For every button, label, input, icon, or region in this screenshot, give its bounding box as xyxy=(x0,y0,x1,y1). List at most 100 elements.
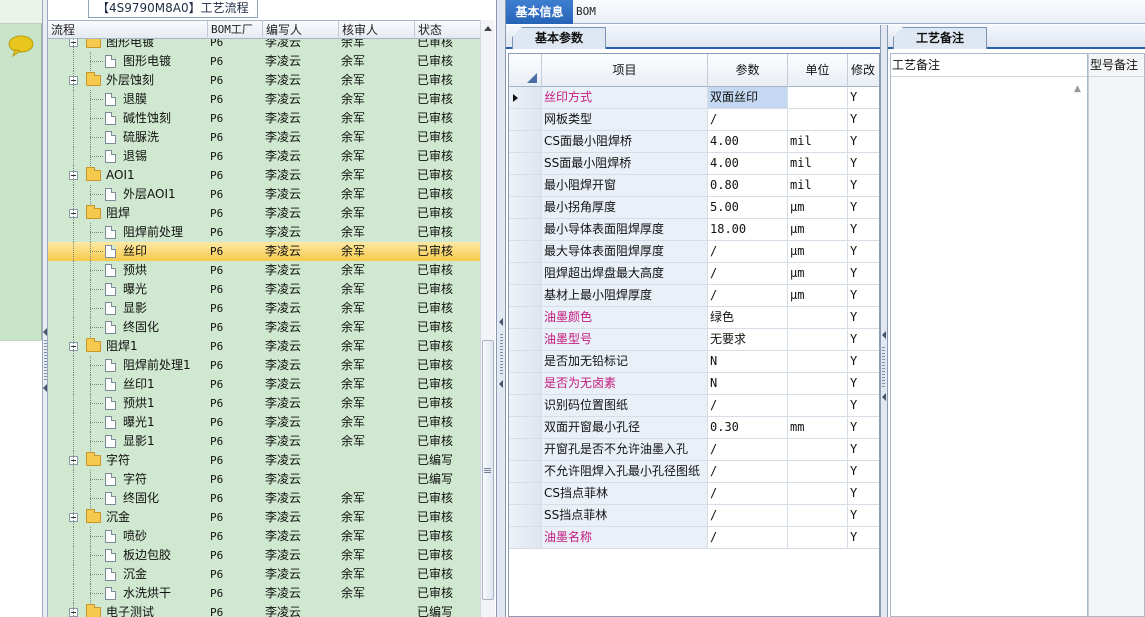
row-header[interactable] xyxy=(509,197,541,218)
param-value[interactable]: 绿色 xyxy=(707,307,787,328)
tree-step-row[interactable]: 终固化 P6 李凌云 余军 已审核 xyxy=(48,318,480,337)
param-value[interactable]: 4.00 xyxy=(707,153,787,174)
param-row[interactable]: 识别码位置图纸 / Y xyxy=(509,395,879,417)
row-header[interactable] xyxy=(509,285,541,306)
tree-folder-row[interactable]: 沉金 P6 李凌云 余军 已审核 xyxy=(48,508,480,527)
row-header[interactable] xyxy=(509,241,541,262)
column-header-item[interactable]: 项目 xyxy=(541,54,707,87)
center-splitter[interactable] xyxy=(496,0,506,617)
param-row[interactable]: CS面最小阻焊桥 4.00 mil Y xyxy=(509,131,879,153)
row-header[interactable] xyxy=(509,263,541,284)
row-header[interactable] xyxy=(509,307,541,328)
tree-folder-row[interactable]: 图形电镀 P6 李凌云 余军 已审核 xyxy=(48,39,480,52)
param-row[interactable]: 阻焊超出焊盘最大高度 / μm Y xyxy=(509,263,879,285)
param-value[interactable]: 无要求 xyxy=(707,329,787,350)
param-value[interactable]: / xyxy=(707,109,787,130)
param-row[interactable]: SS挡点菲林 / Y xyxy=(509,505,879,527)
param-value[interactable]: 4.00 xyxy=(707,131,787,152)
param-value[interactable]: / xyxy=(707,461,787,482)
row-header[interactable] xyxy=(509,219,541,240)
column-header-flow[interactable]: 流程 xyxy=(48,21,204,39)
param-value[interactable]: / xyxy=(707,263,787,284)
tree-step-row[interactable]: 喷砂 P6 李凌云 余军 已审核 xyxy=(48,527,480,546)
tree-step-row[interactable]: 外层AOI1 P6 李凌云 余军 已审核 xyxy=(48,185,480,204)
param-row[interactable]: 是否为无卤素 N Y xyxy=(509,373,879,395)
tree-step-row[interactable]: 阻焊前处理 P6 李凌云 余军 已审核 xyxy=(48,223,480,242)
scroll-up-arrow-icon[interactable] xyxy=(484,26,492,31)
param-value[interactable]: 5.00 xyxy=(707,197,787,218)
tree-step-row[interactable]: 水洗烘干 P6 李凌云 余军 已审核 xyxy=(48,584,480,603)
column-header-param[interactable]: 参数 xyxy=(707,54,787,87)
row-header[interactable] xyxy=(509,87,541,108)
column-header-bom[interactable]: BOM工厂 xyxy=(207,21,262,39)
param-value[interactable]: / xyxy=(707,439,787,460)
tree-step-row[interactable]: 显影1 P6 李凌云 余军 已审核 xyxy=(48,432,480,451)
column-header-reviewer[interactable]: 核审人 xyxy=(338,21,414,39)
tree-folder-row[interactable]: 字符 P6 李凌云 已编写 xyxy=(48,451,480,470)
tree-folder-row[interactable]: 电子测试 P6 李凌云 已编写 xyxy=(48,603,480,617)
param-value[interactable]: / xyxy=(707,285,787,306)
param-row[interactable]: 最小导体表面阻焊厚度 18.00 μm Y xyxy=(509,219,879,241)
param-row[interactable]: 基材上最小阻焊厚度 / μm Y xyxy=(509,285,879,307)
message-bubble-icon[interactable] xyxy=(7,34,35,58)
tree-step-row[interactable]: 阻焊前处理1 P6 李凌云 余军 已审核 xyxy=(48,356,480,375)
tree-scrollbar[interactable] xyxy=(480,20,495,617)
row-header[interactable] xyxy=(509,109,541,130)
tree-folder-row[interactable]: 外层蚀刻 P6 李凌云 余军 已审核 xyxy=(48,71,480,90)
tree-step-row[interactable]: 预烘1 P6 李凌云 余军 已审核 xyxy=(48,394,480,413)
tree-step-row[interactable]: 丝印1 P6 李凌云 余军 已审核 xyxy=(48,375,480,394)
tree-step-row[interactable]: 丝印 P6 李凌云 余军 已审核 xyxy=(48,242,480,261)
remark-scroll-up-icon[interactable]: ▲ xyxy=(1074,84,1081,94)
param-value[interactable]: 18.00 xyxy=(707,219,787,240)
param-row[interactable]: CS挡点菲林 / Y xyxy=(509,483,879,505)
param-row[interactable]: 网板类型 / Y xyxy=(509,109,879,131)
tree-panel-title[interactable]: 【4S9790M8A0】工艺流程 xyxy=(88,0,258,18)
tab-bom[interactable]: BOM xyxy=(576,0,606,24)
tree-step-row[interactable]: 曝光1 P6 李凌云 余军 已审核 xyxy=(48,413,480,432)
row-header[interactable] xyxy=(509,329,541,350)
tree-folder-row[interactable]: 阻焊1 P6 李凌云 余军 已审核 xyxy=(48,337,480,356)
param-value[interactable]: / xyxy=(707,395,787,416)
row-header[interactable] xyxy=(509,505,541,526)
param-value[interactable]: N xyxy=(707,351,787,372)
tab-basic-info[interactable]: 基本信息 xyxy=(506,0,573,24)
tree-step-row[interactable]: 沉金 P6 李凌云 余军 已审核 xyxy=(48,565,480,584)
param-value[interactable]: / xyxy=(707,483,787,504)
param-value[interactable]: N xyxy=(707,373,787,394)
tree-step-row[interactable]: 曝光 P6 李凌云 余军 已审核 xyxy=(48,280,480,299)
tree-step-row[interactable]: 退膜 P6 李凌云 余军 已审核 xyxy=(48,90,480,109)
param-row[interactable]: 油墨型号 无要求 Y xyxy=(509,329,879,351)
tree-step-row[interactable]: 终固化 P6 李凌云 余军 已审核 xyxy=(48,489,480,508)
tree-step-row[interactable]: 字符 P6 李凌云 已编写 xyxy=(48,470,480,489)
param-row[interactable]: SS面最小阻焊桥 4.00 mil Y xyxy=(509,153,879,175)
tree-folder-row[interactable]: AOI1 P6 李凌云 余军 已审核 xyxy=(48,166,480,185)
param-row[interactable]: 油墨颜色 绿色 Y xyxy=(509,307,879,329)
param-value[interactable]: 0.80 xyxy=(707,175,787,196)
row-header[interactable] xyxy=(509,395,541,416)
column-header-status[interactable]: 状态 xyxy=(414,21,480,39)
param-row[interactable]: 最大导体表面阻焊厚度 / μm Y xyxy=(509,241,879,263)
tab-process-remark[interactable]: 工艺备注 xyxy=(893,27,987,49)
column-header-unit[interactable]: 单位 xyxy=(787,54,847,87)
right-splitter[interactable] xyxy=(880,25,888,617)
row-header[interactable] xyxy=(509,175,541,196)
tree-step-row[interactable]: 碱性蚀刻 P6 李凌云 余军 已审核 xyxy=(48,109,480,128)
param-value[interactable]: 0.30 xyxy=(707,417,787,438)
param-value[interactable]: / xyxy=(707,527,787,548)
tree-step-row[interactable]: 图形电镀 P6 李凌云 余军 已审核 xyxy=(48,52,480,71)
row-header[interactable] xyxy=(509,483,541,504)
param-row[interactable]: 是否加无铅标记 N Y xyxy=(509,351,879,373)
param-row[interactable]: 最小拐角厚度 5.00 μm Y xyxy=(509,197,879,219)
tree-step-row[interactable]: 板边包胶 P6 李凌云 余军 已审核 xyxy=(48,546,480,565)
tab-basic-params[interactable]: 基本参数 xyxy=(512,27,606,49)
param-row[interactable]: 双面开窗最小孔径 0.30 mm Y xyxy=(509,417,879,439)
param-row[interactable]: 油墨名称 / Y xyxy=(509,527,879,549)
row-header[interactable] xyxy=(509,153,541,174)
column-header-modify[interactable]: 修改 xyxy=(847,54,879,87)
column-header-writer[interactable]: 编写人 xyxy=(262,21,338,39)
process-remark-field[interactable] xyxy=(890,53,1088,617)
tree-step-row[interactable]: 退锡 P6 李凌云 余军 已审核 xyxy=(48,147,480,166)
tree-step-row[interactable]: 硫脲洗 P6 李凌云 余军 已审核 xyxy=(48,128,480,147)
row-header[interactable] xyxy=(509,417,541,438)
tree-step-row[interactable]: 显影 P6 李凌云 余军 已审核 xyxy=(48,299,480,318)
